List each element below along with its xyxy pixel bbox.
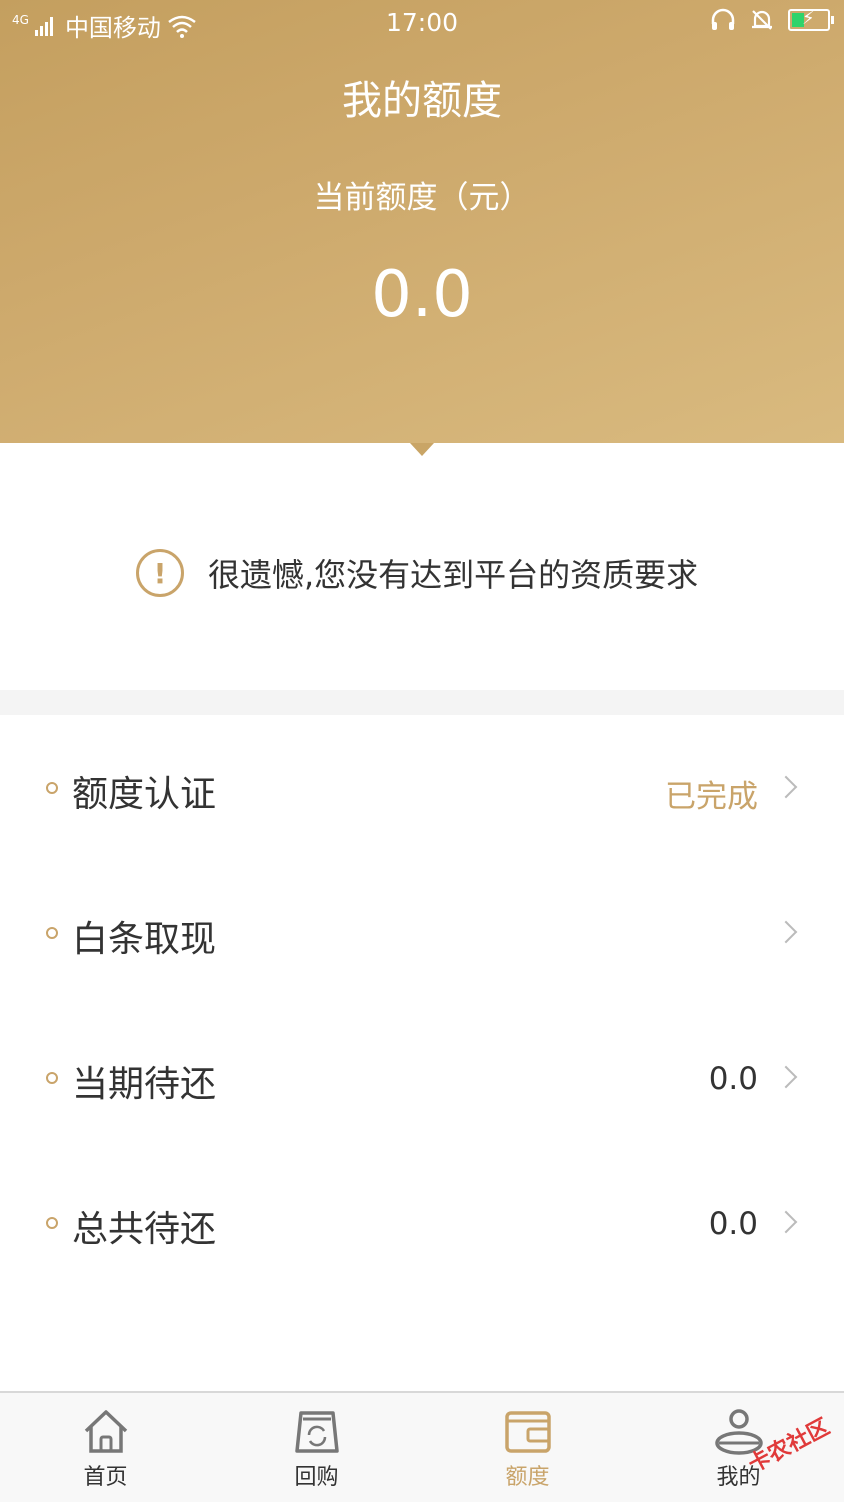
menu-item-quota-verification[interactable]: 额度认证 已完成 [0, 715, 844, 860]
menu-item-value: 0.0 [708, 1061, 758, 1097]
tab-home[interactable]: 首页 [0, 1393, 211, 1502]
chevron-right-icon [774, 775, 798, 799]
menu-item-label: 额度认证 [72, 774, 217, 815]
bullet-dot-icon [46, 782, 58, 794]
tab-label: 回购 [294, 1465, 339, 1490]
bottom-tab-bar: 首页 回购 额度 我的 [0, 1391, 844, 1502]
quota-header: 4G 中国移动 17:00 ⚡ 我的额度 当前额度（元） 0.0 [0, 0, 844, 443]
bullet-dot-icon [46, 927, 58, 939]
wallet-icon [505, 1411, 551, 1453]
headset-icon [711, 8, 735, 30]
quota-menu: 额度认证 已完成 白条取现 当期待还 0.0 总共待还 0.0 [0, 715, 844, 1295]
menu-item-total-due[interactable]: 总共待还 0.0 [0, 1150, 844, 1295]
buyback-icon [295, 1411, 339, 1453]
menu-item-current-due[interactable]: 当期待还 0.0 [0, 1005, 844, 1150]
qualification-notice: ! 很遗憾,您没有达到平台的资质要求 [0, 456, 844, 690]
menu-item-label: 当期待还 [72, 1064, 217, 1105]
section-divider [0, 690, 844, 715]
tab-label: 额度 [505, 1465, 550, 1490]
bullet-dot-icon [46, 1217, 58, 1229]
tab-quota[interactable]: 额度 [422, 1393, 633, 1502]
home-icon [84, 1410, 128, 1453]
warning-circle-icon: ! [136, 549, 184, 597]
menu-item-cash-withdrawal[interactable]: 白条取现 [0, 860, 844, 1005]
silent-bell-icon [752, 10, 772, 30]
notice-text: 很遗憾,您没有达到平台的资质要求 [208, 556, 699, 594]
bullet-dot-icon [46, 1072, 58, 1084]
chevron-right-icon [774, 1065, 798, 1089]
menu-item-status: 已完成 [665, 779, 758, 815]
menu-item-value: 0.0 [708, 1206, 758, 1242]
menu-item-label: 白条取现 [72, 919, 217, 960]
tab-label: 我的 [716, 1465, 761, 1490]
page-title: 我的额度 [342, 78, 502, 124]
status-bar: 4G 中国移动 17:00 ⚡ [0, 0, 844, 46]
tab-buyback[interactable]: 回购 [211, 1393, 422, 1502]
chevron-right-icon [774, 920, 798, 944]
menu-item-label: 总共待还 [72, 1209, 217, 1250]
current-quota-label: 当前额度（元） [313, 180, 531, 216]
status-right: ⚡ [710, 8, 834, 32]
current-quota-value: 0.0 [371, 258, 473, 332]
battery-icon: ⚡ [788, 8, 834, 31]
tab-label: 首页 [83, 1465, 128, 1490]
chevron-right-icon [774, 1210, 798, 1234]
header-notch [410, 443, 434, 456]
